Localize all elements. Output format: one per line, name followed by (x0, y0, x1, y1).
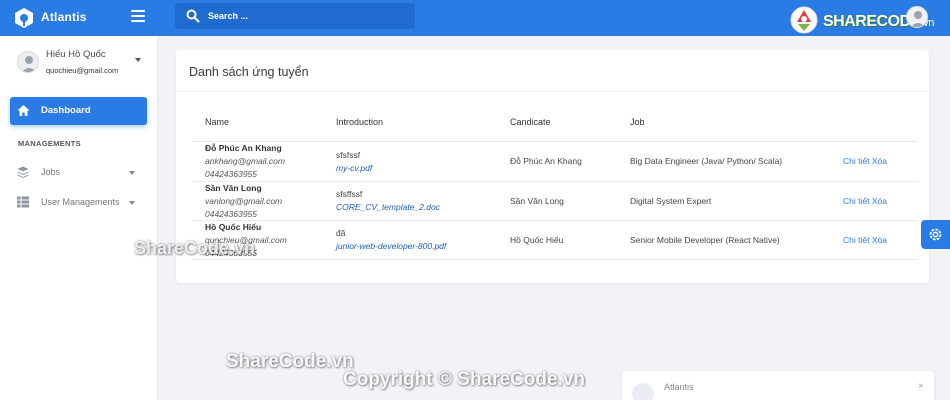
sidebar-avatar[interactable] (17, 51, 39, 73)
cv-file-link[interactable]: junior-web-developer-800.pdf (336, 241, 446, 251)
introduction-text: sfsfssf (336, 150, 361, 160)
table-header-job: Job (630, 117, 645, 127)
chat-popup: Atlantis × (622, 371, 934, 400)
table-icon (17, 196, 29, 208)
sidebar-item-user-managements[interactable]: User Managements (17, 194, 142, 210)
brand-name: Atlantis (41, 10, 87, 24)
introduction-text: đã (336, 228, 346, 238)
divider (192, 141, 917, 142)
top-navbar: Atlantis SHARECODE.vn (0, 0, 950, 36)
candidate-cell: Đỗ Phúc An Khang (510, 156, 582, 166)
section-title-managements: MANAGEMENTS (18, 139, 81, 148)
introduction-text: sfsffssf (336, 189, 363, 199)
chevron-down-icon (129, 201, 135, 205)
cv-file-link[interactable]: my-cv.pdf (336, 163, 372, 173)
candidate-cell: Hồ Quốc Hiếu (510, 235, 564, 245)
candidate-name: Sần Văn Long (205, 183, 262, 193)
sidebar-item-jobs[interactable]: Jobs (17, 164, 142, 180)
search-box (175, 3, 415, 29)
job-cell: Big Data Engineer (Java/ Python/ Scala) (630, 156, 783, 166)
table-header-introduction: Introduction (336, 117, 384, 127)
settings-button[interactable] (921, 220, 950, 249)
watermark-text: ShareCode.vn (134, 238, 256, 258)
sidebar-user-name[interactable]: Hiếu Hồ Quốc (46, 49, 106, 60)
row-actions-links[interactable]: Chi tiết Xóa (843, 235, 887, 245)
chevron-down-icon (129, 171, 135, 175)
sidebar-item-label: Dashboard (41, 105, 91, 116)
sidebar-item-label: User Managements (41, 197, 120, 207)
sidebar-item-label: Jobs (41, 167, 61, 177)
applications-card: Danh sách ứng tuyển Name Introduction Ca… (176, 50, 929, 283)
row-actions-links[interactable]: Chi tiết Xóa (843, 156, 887, 166)
sharecode-logo-icon (790, 6, 818, 34)
job-cell: Senior Mobile Developer (React Native) (630, 235, 780, 245)
page-title: Danh sách ứng tuyển (189, 65, 309, 79)
divider (192, 220, 917, 221)
divider (192, 259, 917, 260)
search-input[interactable] (208, 7, 408, 25)
candidate-email: ankhang@gmail.com (205, 156, 285, 166)
row-actions-links[interactable]: Chi tiết Xóa (843, 196, 887, 206)
layers-icon (17, 166, 29, 178)
divider (192, 181, 917, 182)
atlantis-logo-icon (15, 8, 33, 28)
candidate-email: vanlong@gmail.com (205, 196, 283, 206)
popup-title: Atlantis (664, 382, 694, 392)
job-cell: Digital System Expert (630, 196, 712, 206)
watermark-text: ShareCode.vn (226, 351, 354, 372)
table-header-candidate: Candicate (510, 117, 551, 127)
candidate-name: Hồ Quốc Hiếu (205, 222, 262, 232)
chevron-down-icon[interactable] (135, 58, 141, 62)
candidate-phone: 04424363955 (205, 169, 258, 179)
gear-icon (929, 228, 942, 241)
close-icon[interactable]: × (918, 381, 924, 392)
home-icon (17, 105, 30, 116)
cv-file-link[interactable]: CORE_CV_template_2.doc (336, 202, 440, 212)
candidate-name: Đỗ Phúc An Khang (205, 143, 282, 153)
user-avatar-icon (21, 56, 37, 72)
sidebar-user-email: quochieu@gmail.com (46, 66, 119, 75)
table-header-name: Name (205, 117, 230, 127)
divider (176, 91, 929, 92)
candidate-phone: 04424363955 (205, 209, 258, 219)
menu-toggle-icon[interactable] (131, 10, 145, 22)
sidebar-item-dashboard[interactable]: Dashboard (10, 97, 147, 125)
top-avatar[interactable] (906, 6, 928, 28)
search-icon[interactable] (186, 9, 200, 23)
sidebar: Hiếu Hồ Quốc quochieu@gmail.com Dashboar… (0, 36, 157, 400)
candidate-cell: Sần Văn Long (510, 196, 564, 206)
avatar (632, 383, 654, 400)
watermark-text: Copyright © ShareCode.vn (343, 369, 586, 390)
